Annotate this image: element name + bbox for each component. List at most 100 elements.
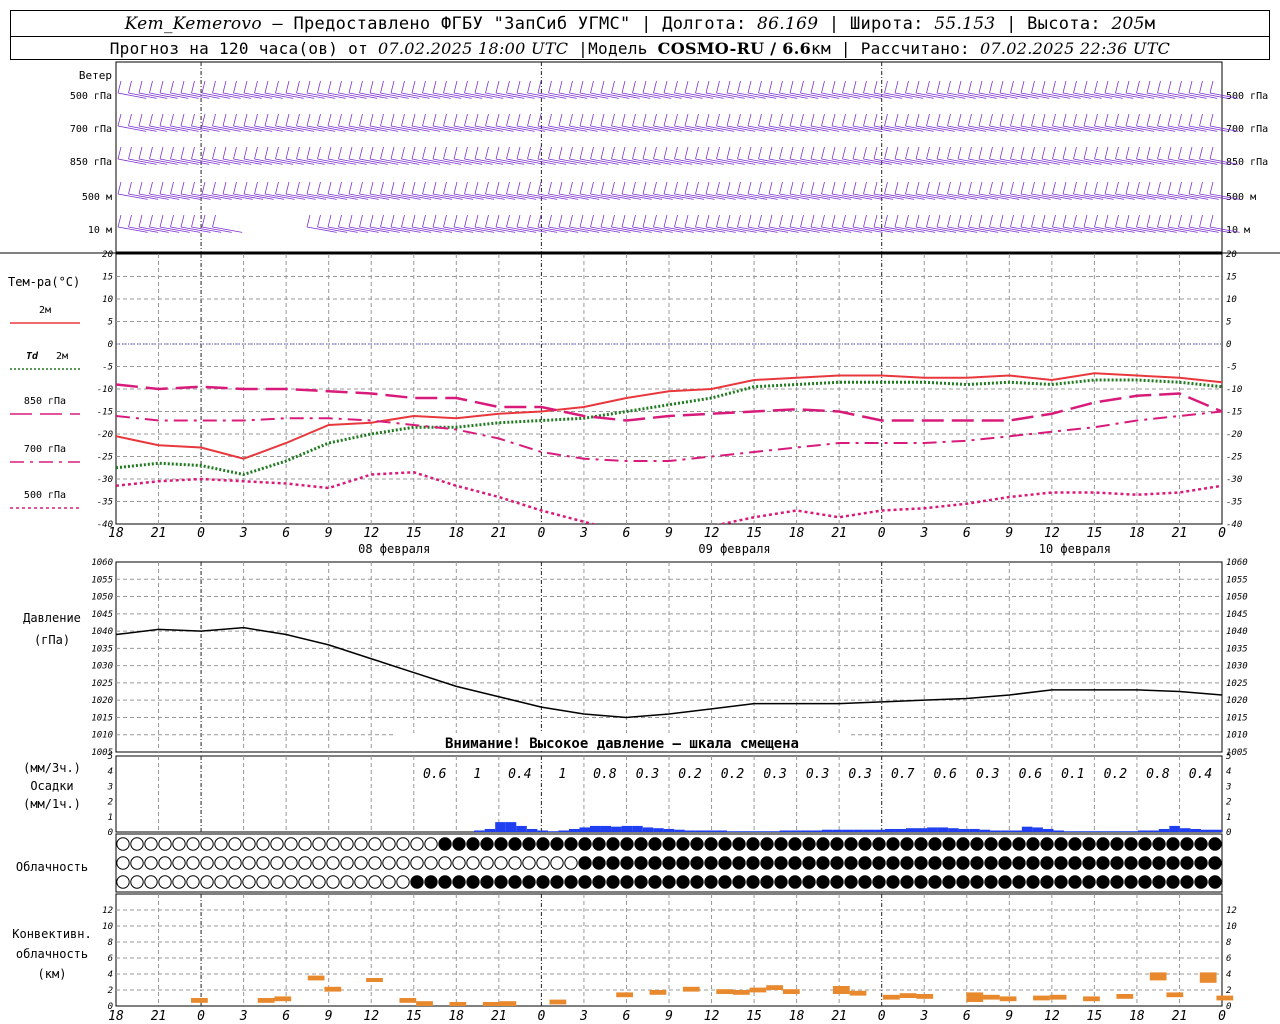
wind-barb-flag <box>443 214 447 228</box>
wind-barb-flag <box>842 113 846 127</box>
precip-bar <box>1021 826 1033 832</box>
wind-barb-flag <box>842 80 846 94</box>
cloud-cover-symbol <box>1068 856 1082 870</box>
wind-barb-flag <box>128 214 132 228</box>
wind-barb-flag <box>663 113 668 127</box>
wind-barb-flag <box>957 181 962 195</box>
wind-barb-flag <box>884 214 888 228</box>
wind-barb-flag <box>1083 80 1088 94</box>
wind-barb-flag <box>390 181 395 195</box>
wind-barb-flag <box>1188 113 1193 127</box>
cloud-cover-symbol <box>494 875 508 889</box>
wind-barb-flag <box>1031 80 1035 94</box>
wind-barb-flag <box>968 80 972 94</box>
cloud-cover-symbol <box>592 875 606 889</box>
wind-barb-flag <box>579 80 584 94</box>
wind-barb-flag <box>117 214 122 228</box>
pressure-title: Давление <box>23 611 81 625</box>
convective-bar <box>549 999 567 1005</box>
wind-barb-flag <box>726 80 731 94</box>
wind-barb-flag <box>170 80 174 94</box>
wind-barb-flag <box>978 146 983 160</box>
wind-barb-flag <box>1209 146 1214 160</box>
press-tick-left: 1055 <box>91 575 113 585</box>
cloud-cover-symbol <box>186 837 200 851</box>
cloud-cover-symbol <box>466 837 480 851</box>
wind-barb-flag <box>380 181 384 195</box>
temp-tick-left: -25 <box>97 453 113 463</box>
time-tick-label-bottom: 9 <box>325 1009 333 1024</box>
cloud-cover-symbol <box>1124 875 1138 889</box>
wind-barb-flag <box>978 181 983 195</box>
date-label: 10 февраля <box>1039 542 1111 556</box>
cloud-cover-symbol <box>368 856 382 870</box>
convective-bar <box>682 986 700 992</box>
wind-barb-flag <box>611 181 615 195</box>
cloud-cover-symbol <box>284 875 298 889</box>
wind-barb-flag <box>716 80 720 94</box>
temp-tick-left: 20 <box>102 250 113 260</box>
cloud-cover-symbol <box>1152 856 1166 870</box>
time-tick-label: 3 <box>579 526 588 541</box>
cloud-cover-symbol <box>970 856 984 870</box>
temp-tick-left: 15 <box>102 273 113 283</box>
wind-barb-flag <box>1115 181 1119 195</box>
cloud-cover-symbol <box>494 837 508 851</box>
wind-barb-flag <box>1188 80 1193 94</box>
wind-barb-flag <box>516 113 521 127</box>
time-tick-label-bottom: 6 <box>963 1009 971 1024</box>
wind-barb-flag <box>317 113 321 127</box>
wind-barb-flag <box>117 80 122 94</box>
cloud-cover-symbol <box>830 837 844 851</box>
cloud-cover-symbol <box>690 875 704 889</box>
cloud-cover-symbol <box>1194 875 1208 889</box>
cloud-cover-symbol <box>998 856 1012 870</box>
wind-barb-flag <box>117 146 122 160</box>
wind-barb-flag <box>1073 113 1077 127</box>
wind-barb-flag <box>852 113 857 127</box>
press-tick-left: 1050 <box>91 593 113 603</box>
wind-barb-flag <box>590 146 594 160</box>
wind-barb-flag <box>884 80 888 94</box>
precip-bar <box>906 828 917 832</box>
cloud-cover-symbol <box>704 837 718 851</box>
precip-bar <box>484 828 496 832</box>
precip-bar <box>1200 829 1212 832</box>
wind-barb-flag <box>464 146 468 160</box>
wind-barb-flag <box>831 214 836 228</box>
wind-barb-flag <box>653 146 657 160</box>
wind-barb-flag <box>369 181 374 195</box>
wind-barb-flag <box>233 113 237 127</box>
cloud-cover-symbol <box>732 875 746 889</box>
convective-bar <box>983 994 1000 1000</box>
wind-barb-flag <box>821 80 825 94</box>
cloud-cover-symbol <box>578 875 592 889</box>
cloud-cover-symbol <box>200 875 214 889</box>
cloud-cover-symbol <box>816 837 830 851</box>
precip-bar <box>474 830 485 832</box>
wind-barb-flag <box>831 80 836 94</box>
convective-bar <box>449 1002 467 1006</box>
wind-barb-flag <box>663 214 668 228</box>
cloud-cover-symbol <box>718 837 732 851</box>
conv-title-line: облачность <box>16 947 88 961</box>
wind-barb-flag <box>558 214 563 228</box>
wind-barb-flag <box>464 80 468 94</box>
precip-bar <box>958 828 970 832</box>
conv-tick-left: 2 <box>108 986 113 996</box>
cloud-cover-symbol <box>788 837 802 851</box>
cloud-cover-symbol <box>550 856 564 870</box>
wind-barb-flag <box>747 146 752 160</box>
cloud-cover-symbol <box>1194 837 1208 851</box>
wind-barb-flag <box>768 113 773 127</box>
cloud-cover-symbol <box>998 837 1012 851</box>
wind-barb-flag <box>1031 113 1035 127</box>
precip-bar <box>495 822 506 832</box>
wind-barb-flag <box>138 214 143 228</box>
wind-barb-flag <box>569 181 573 195</box>
cloud-cover-symbol <box>858 837 872 851</box>
cloud-cover-symbol <box>620 856 634 870</box>
cloud-cover-symbol <box>844 856 858 870</box>
wind-barb-flag <box>842 214 846 228</box>
time-tick-label-bottom: 21 <box>1172 1009 1188 1024</box>
